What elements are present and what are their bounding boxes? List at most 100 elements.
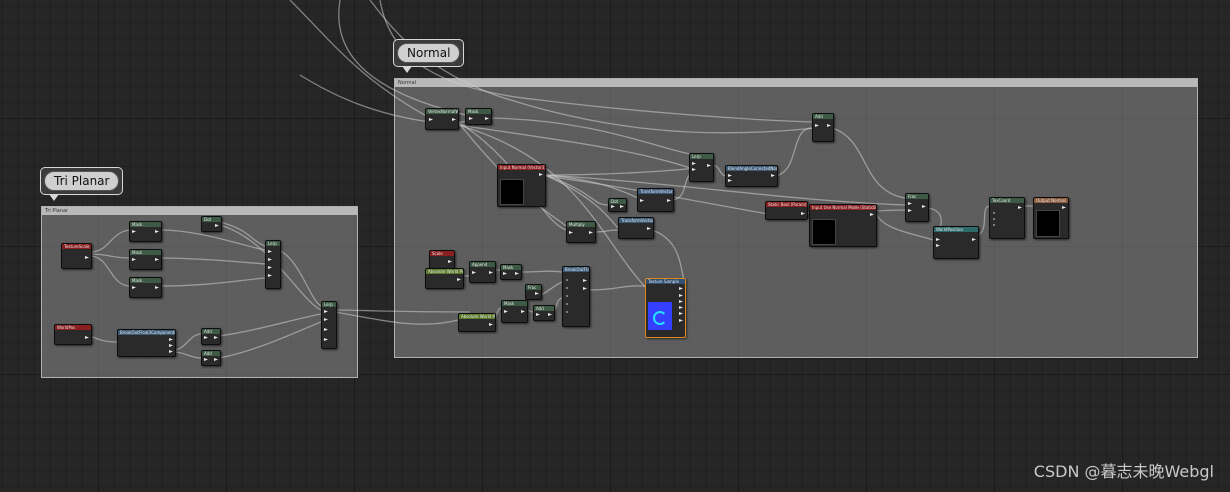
node-mask[interactable]: Mask xyxy=(465,108,492,125)
exec-pin-icon[interactable] xyxy=(640,199,644,202)
exec-pin-icon[interactable] xyxy=(155,286,159,289)
exec-pin-icon[interactable] xyxy=(324,318,328,321)
exec-pin-icon[interactable] xyxy=(728,179,732,182)
node-dot[interactable]: Dot xyxy=(608,198,627,212)
exec-pin-icon[interactable] xyxy=(268,266,272,269)
node-tp-lerp[interactable]: Lerp xyxy=(265,240,281,289)
node-switch[interactable]: Frac xyxy=(905,193,929,222)
node-mask-2[interactable]: Mask xyxy=(500,264,522,280)
comment-bubble-normal[interactable]: Normal xyxy=(393,39,465,73)
exec-pin-icon[interactable] xyxy=(728,174,732,177)
node-tp-mask-3[interactable]: Mask xyxy=(129,277,162,298)
exec-pin-icon[interactable] xyxy=(936,238,940,241)
comment-bubble-triplanar[interactable]: Tri Planar xyxy=(40,167,124,201)
node-texture-coordinate[interactable]: TexCoord xyxy=(989,197,1025,239)
exec-pin-icon[interactable] xyxy=(485,117,489,120)
node-vertex-normal-ws[interactable]: VertexNormalWS xyxy=(425,108,459,130)
exec-pin-icon[interactable] xyxy=(472,271,476,274)
exec-pin-icon[interactable] xyxy=(692,162,696,165)
exec-pin-icon[interactable] xyxy=(569,231,573,234)
node-input-use-normal[interactable]: Input Use Normal Mode (StaticBool) xyxy=(809,204,877,247)
node-fraction[interactable]: Frac xyxy=(525,284,542,300)
node-tp-texture-scale[interactable]: TextureScale xyxy=(61,243,92,269)
exec-pin-icon[interactable] xyxy=(679,294,683,297)
exec-pin-icon[interactable] xyxy=(548,313,552,316)
exec-pin-icon[interactable] xyxy=(268,274,272,277)
exec-pin-icon[interactable] xyxy=(707,164,711,167)
exec-pin-icon[interactable] xyxy=(620,205,624,208)
exec-pin-icon[interactable] xyxy=(870,213,874,216)
node-tp-add-1[interactable]: Add xyxy=(201,328,221,345)
exec-pin-icon[interactable] xyxy=(215,224,219,227)
exec-pin-icon[interactable] xyxy=(489,323,493,326)
exec-pin-icon[interactable] xyxy=(457,278,461,281)
exec-pin-icon[interactable] xyxy=(647,227,651,230)
node-tp-add-2[interactable]: Add xyxy=(201,350,221,366)
node-absolute-world-pos[interactable]: Absolute World Position xyxy=(425,268,464,289)
exec-pin-icon[interactable] xyxy=(535,292,539,295)
node-break-out-vec[interactable]: BreakOutFloat3Components xyxy=(562,266,590,327)
node-absolute-world-pos-2[interactable]: Absolute World Position xyxy=(458,313,496,332)
exec-pin-icon[interactable] xyxy=(815,124,819,127)
exec-pin-icon[interactable] xyxy=(155,230,159,233)
exec-pin-icon[interactable] xyxy=(452,118,456,121)
exec-pin-icon[interactable] xyxy=(214,358,218,361)
node-input-normal[interactable]: Input Normal (Vector3) xyxy=(497,164,546,207)
exec-pin-icon[interactable] xyxy=(539,173,543,176)
comment-box-triplanar[interactable]: Tri Planar xyxy=(41,206,358,378)
node-tp-world-pos[interactable]: WorldPos xyxy=(54,324,92,345)
exec-pin-icon[interactable] xyxy=(922,205,926,208)
exec-pin-icon[interactable] xyxy=(429,118,433,121)
node-scale-param[interactable]: Scale xyxy=(429,250,455,269)
exec-pin-icon[interactable] xyxy=(469,117,473,120)
exec-pin-icon[interactable] xyxy=(214,336,218,339)
exec-pin-icon[interactable] xyxy=(268,250,272,253)
exec-pin-icon[interactable] xyxy=(85,336,89,339)
node-blend-angle-corrected[interactable]: BlendAngleCorrectedNormals xyxy=(725,165,778,187)
exec-pin-icon[interactable] xyxy=(169,338,173,341)
exec-pin-icon[interactable] xyxy=(132,230,136,233)
exec-pin-icon[interactable] xyxy=(268,258,272,261)
exec-pin-icon[interactable] xyxy=(1018,206,1022,209)
exec-pin-icon[interactable] xyxy=(679,287,683,290)
node-append[interactable]: Append xyxy=(469,261,496,283)
exec-pin-icon[interactable] xyxy=(324,338,328,341)
exec-pin-icon[interactable] xyxy=(504,310,508,313)
exec-pin-icon[interactable] xyxy=(908,209,912,212)
node-texture-sample[interactable]: Texture Sample xyxy=(645,278,686,338)
exec-pin-icon[interactable] xyxy=(169,344,173,347)
exec-pin-icon[interactable] xyxy=(85,256,89,259)
exec-pin-icon[interactable] xyxy=(583,287,587,290)
exec-pin-icon[interactable] xyxy=(489,271,493,274)
node-static-bool[interactable]: Static Bool (Param) xyxy=(765,201,808,220)
node-lerp[interactable]: Lerp xyxy=(689,153,714,182)
node-output[interactable]: Output Normal xyxy=(1033,197,1069,239)
exec-pin-icon[interactable] xyxy=(448,260,452,263)
node-tp-dot[interactable]: Dot xyxy=(201,216,222,232)
exec-pin-icon[interactable] xyxy=(679,300,683,303)
exec-pin-icon[interactable] xyxy=(583,279,587,282)
exec-pin-icon[interactable] xyxy=(908,202,912,205)
node-world-position[interactable]: WorldPosition xyxy=(933,226,979,259)
node-transform-vector[interactable]: TransformVector xyxy=(637,188,674,212)
exec-pin-icon[interactable] xyxy=(692,168,696,171)
exec-pin-icon[interactable] xyxy=(667,199,671,202)
node-mask-3[interactable]: Mask xyxy=(501,300,528,323)
exec-pin-icon[interactable] xyxy=(204,336,208,339)
node-tp-mask-2[interactable]: Mask xyxy=(129,249,162,270)
exec-pin-icon[interactable] xyxy=(679,312,683,315)
exec-pin-icon[interactable] xyxy=(611,205,615,208)
node-tp-lerp-2[interactable]: Lerp xyxy=(321,301,337,349)
exec-pin-icon[interactable] xyxy=(503,272,507,275)
exec-pin-icon[interactable] xyxy=(324,328,328,331)
exec-pin-icon[interactable] xyxy=(679,306,683,309)
exec-pin-icon[interactable] xyxy=(589,231,593,234)
exec-pin-icon[interactable] xyxy=(936,244,940,247)
exec-pin-icon[interactable] xyxy=(972,238,976,241)
node-tp-break-out[interactable]: BreakOutFloat3Components xyxy=(117,329,176,357)
exec-pin-icon[interactable] xyxy=(771,174,775,177)
exec-pin-icon[interactable] xyxy=(1062,206,1066,209)
exec-pin-icon[interactable] xyxy=(155,258,159,261)
exec-pin-icon[interactable] xyxy=(801,212,805,215)
node-tp-mask-1[interactable]: Mask xyxy=(129,221,162,242)
